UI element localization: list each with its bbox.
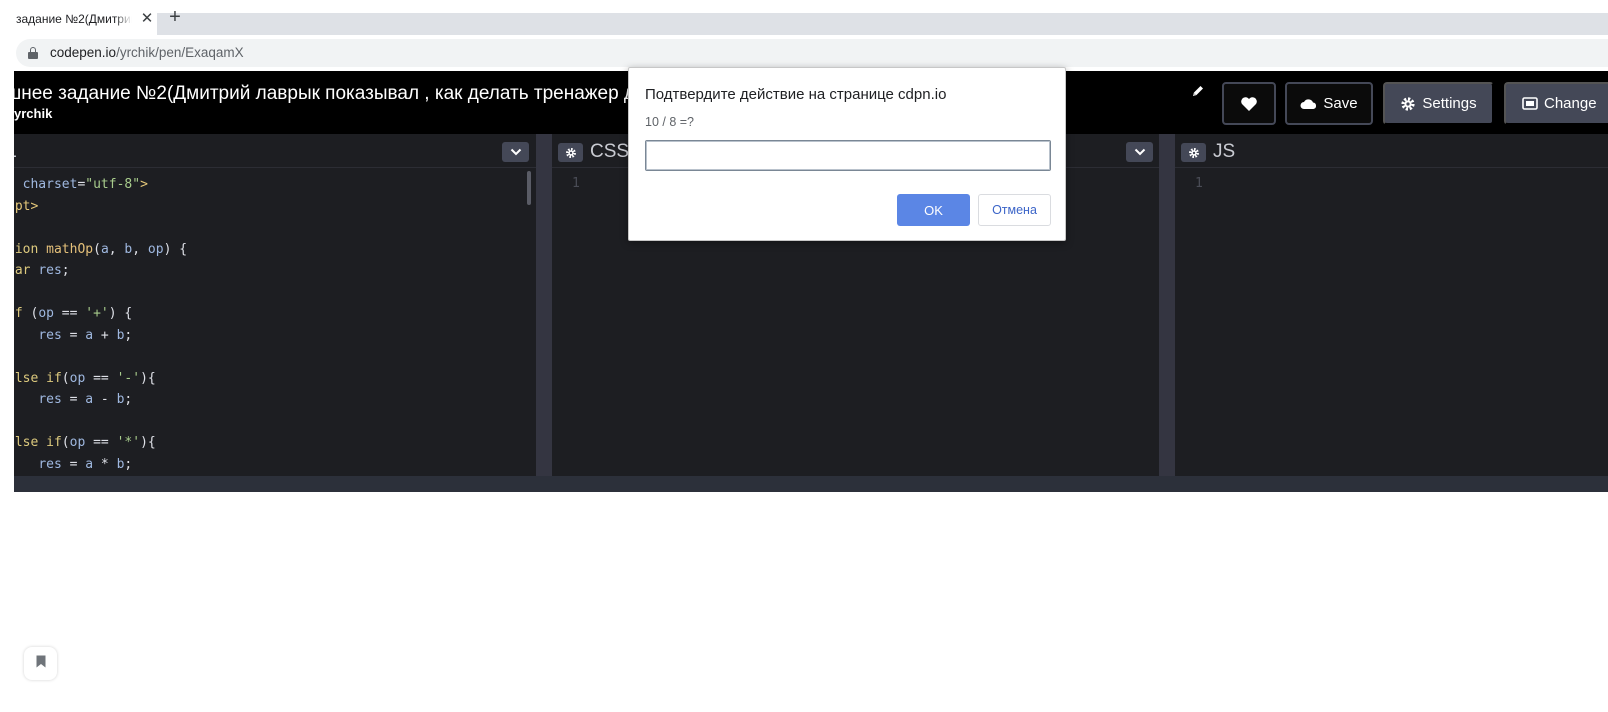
browser-tabstrip: задание №2(Дмитрий лаврык ✕ + xyxy=(0,0,1608,36)
omnibox[interactable]: codepen.io/yrchik/pen/ExaqamX xyxy=(16,39,1608,67)
prompt-dialog: Подтвердите действие на странице cdpn.io… xyxy=(628,67,1066,241)
html-code-content[interactable]: a charset="utf-8"> ipt> tion mathOp(a, b… xyxy=(14,174,187,475)
chevron-down-icon[interactable] xyxy=(502,142,529,162)
bookmark-widget[interactable] xyxy=(24,647,57,680)
js-pane-header: JS xyxy=(1175,134,1608,168)
bookmark-icon xyxy=(36,655,46,673)
tab-title: задание №2(Дмитрий лаврык xyxy=(16,12,132,26)
settings-label: Settings xyxy=(1422,95,1477,112)
js-editor-pane[interactable]: JS 1 xyxy=(1175,134,1608,476)
html-editor-pane[interactable]: L a charset="utf-8"> ipt> tion mathOp(a,… xyxy=(14,134,536,476)
chevron-down-icon[interactable] xyxy=(1126,142,1153,162)
gear-icon[interactable] xyxy=(1181,143,1206,162)
dialog-answer-input[interactable] xyxy=(645,140,1051,171)
browser-tab-active[interactable]: задание №2(Дмитрий лаврык ✕ xyxy=(14,5,154,36)
url-path: /yrchik/pen/ExaqamX xyxy=(116,45,244,60)
url-host: codepen.io xyxy=(50,45,117,60)
heart-button[interactable] xyxy=(1222,82,1276,125)
cancel-button[interactable]: Отмена xyxy=(978,194,1051,226)
pen-author[interactable]: yrchik xyxy=(14,106,52,121)
css-line-number: 1 xyxy=(572,176,580,191)
gear-icon xyxy=(1400,96,1416,112)
lock-icon[interactable] xyxy=(28,47,38,59)
save-button[interactable]: Save xyxy=(1285,82,1373,125)
html-scrollbar[interactable] xyxy=(527,171,531,205)
heart-icon xyxy=(1240,96,1258,112)
cloud-icon xyxy=(1300,98,1317,110)
pane-resizer-1[interactable] xyxy=(536,134,552,476)
js-pane-label: JS xyxy=(1213,141,1236,162)
dialog-title: Подтвердите действие на странице cdpn.io xyxy=(645,86,947,103)
new-tab-button[interactable]: + xyxy=(165,6,185,28)
editor-footer-bar xyxy=(14,476,1608,492)
pane-resizer-2[interactable] xyxy=(1159,134,1175,476)
dialog-message: 10 / 8 =? xyxy=(645,115,694,129)
change-view-icon xyxy=(1522,97,1538,110)
change-view-button[interactable]: Change xyxy=(1504,82,1608,125)
url-text[interactable]: codepen.io/yrchik/pen/ExaqamX xyxy=(50,45,244,60)
html-pane-header: L xyxy=(14,134,536,168)
css-pane-label: CSS xyxy=(590,141,630,162)
save-label: Save xyxy=(1323,95,1358,112)
ok-button[interactable]: OK xyxy=(897,194,970,226)
pencil-icon[interactable] xyxy=(1190,83,1206,99)
js-line-number: 1 xyxy=(1195,176,1203,191)
tabstrip-background xyxy=(157,13,1608,35)
html-pane-label: L xyxy=(14,141,17,163)
gear-icon[interactable] xyxy=(558,143,583,162)
settings-button[interactable]: Settings xyxy=(1383,82,1494,125)
close-icon[interactable]: ✕ xyxy=(140,11,154,27)
change-view-label: Change xyxy=(1544,95,1597,112)
